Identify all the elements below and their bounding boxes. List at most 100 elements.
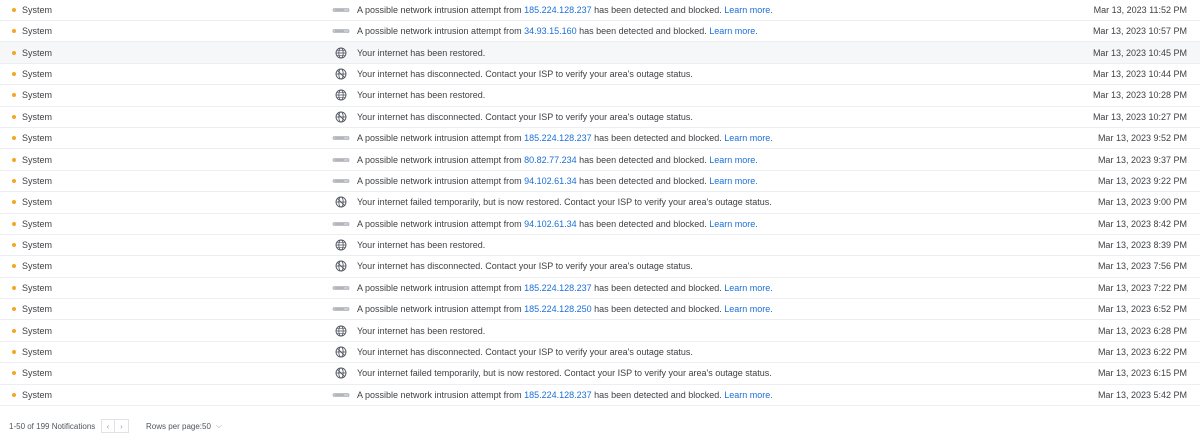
notification-source: System — [22, 389, 53, 400]
notification-row[interactable]: System A possible network intrusion attem… — [0, 385, 1200, 407]
learn-more-link[interactable]: Learn more. — [709, 155, 758, 165]
status-dot — [12, 29, 16, 34]
notification-message: A possible network intrusion attempt fro… — [357, 155, 758, 165]
notification-source: System — [22, 240, 53, 251]
notification-row[interactable]: System A possible network intrusion attem… — [0, 171, 1200, 193]
notification-time: Mar 13, 2023 6:22 PM — [1097, 347, 1187, 358]
globe-off-icon — [332, 111, 350, 123]
notification-message: Your internet failed temporarily, but is… — [357, 368, 772, 379]
notification-row[interactable]: System Your internet failed temporarily, … — [0, 363, 1200, 385]
status-dot — [12, 200, 16, 205]
ip-address-link[interactable]: 34.93.15.160 — [524, 26, 577, 36]
notification-row[interactable]: System Your internet has been restored. Ma… — [0, 85, 1200, 107]
notification-source: System — [22, 347, 53, 358]
notification-source: System — [22, 368, 53, 379]
globe-icon — [332, 325, 350, 337]
learn-more-link[interactable]: Learn more. — [709, 219, 758, 229]
notification-row[interactable]: System Your internet failed temporarily, … — [0, 192, 1200, 214]
status-dot — [12, 157, 16, 162]
notification-row[interactable]: System Your internet has been restored. Ma… — [0, 42, 1200, 64]
notification-time: Mar 13, 2023 10:57 PM — [1092, 26, 1187, 37]
message-text: A possible network intrusion attempt fro… — [357, 282, 525, 293]
learn-more-link[interactable]: Learn more. — [709, 176, 758, 186]
ip-address-link[interactable]: 185.224.128.237 — [524, 390, 592, 400]
ip-address-link[interactable]: 185.224.128.237 — [524, 283, 592, 293]
notification-time: Mar 13, 2023 10:28 PM — [1092, 90, 1187, 101]
message-text: A possible network intrusion attempt fro… — [357, 304, 525, 315]
rows-per-page-select[interactable]: 50 ⌵ — [202, 421, 222, 431]
status-dot — [12, 93, 16, 98]
status-dot — [12, 264, 16, 269]
notification-time: Mar 13, 2023 10:45 PM — [1092, 47, 1187, 58]
notification-message: Your internet failed temporarily, but is… — [357, 197, 772, 208]
notification-row[interactable]: System Your internet has disconnected. Co… — [0, 342, 1200, 364]
learn-more-link[interactable]: Learn more. — [724, 304, 773, 314]
device-icon — [332, 389, 350, 401]
learn-more-link[interactable]: Learn more. — [724, 283, 773, 293]
learn-more-link[interactable]: Learn more. — [724, 133, 773, 143]
learn-more-link[interactable]: Learn more. — [709, 26, 758, 36]
globe-icon — [332, 239, 350, 251]
device-icon — [332, 175, 350, 187]
status-dot — [12, 136, 16, 141]
notification-row[interactable]: System A possible network intrusion attem… — [0, 21, 1200, 43]
prev-page-button[interactable]: ‹ — [101, 419, 115, 433]
device-icon — [332, 132, 350, 144]
message-text: has been detected and blocked. — [591, 5, 725, 15]
status-dot — [12, 178, 16, 183]
notification-source: System — [22, 197, 53, 208]
notification-row[interactable]: System Your internet has been restored. Ma… — [0, 320, 1200, 342]
device-icon — [332, 282, 350, 294]
notification-row[interactable]: System A possible network intrusion attem… — [0, 149, 1200, 171]
notification-row[interactable]: System A possible network intrusion attem… — [0, 278, 1200, 300]
ip-address-link[interactable]: 185.224.128.250 — [524, 304, 592, 314]
next-page-button[interactable]: › — [115, 419, 129, 433]
globe-icon — [332, 47, 350, 59]
notifications-table: System A possible network intrusion attem… — [0, 0, 1200, 407]
notification-time: Mar 13, 2023 5:42 PM — [1097, 389, 1187, 400]
message-text: A possible network intrusion attempt fro… — [357, 5, 525, 15]
device-icon — [332, 303, 350, 315]
ip-address-link[interactable]: 185.224.128.237 — [524, 5, 592, 15]
notification-source: System — [22, 5, 53, 15]
notification-row[interactable]: System Your internet has disconnected. Co… — [0, 256, 1200, 278]
device-icon — [332, 25, 350, 37]
notification-message: Your internet has disconnected. Contact … — [357, 111, 693, 122]
notification-time: Mar 13, 2023 9:37 PM — [1097, 154, 1187, 165]
message-text: has been detected and blocked. — [576, 154, 710, 165]
notification-source: System — [22, 133, 53, 144]
learn-more-link[interactable]: Learn more. — [724, 390, 773, 400]
notification-message: A possible network intrusion attempt fro… — [357, 176, 758, 186]
ip-address-link[interactable]: 94.102.61.34 — [524, 219, 577, 229]
message-text: has been detected and blocked. — [576, 218, 710, 229]
notification-message: A possible network intrusion attempt fro… — [357, 219, 758, 229]
notification-message: A possible network intrusion attempt fro… — [357, 133, 773, 143]
device-icon — [332, 154, 350, 166]
status-dot — [12, 307, 16, 312]
ip-address-link[interactable]: 185.224.128.237 — [524, 133, 592, 143]
notification-row[interactable]: System Your internet has disconnected. Co… — [0, 107, 1200, 128]
message-text: has been detected and blocked. — [591, 304, 725, 315]
notification-row[interactable]: System Your internet has been restored. Ma… — [0, 235, 1200, 257]
chevron-right-icon: › — [120, 421, 123, 431]
notification-row[interactable]: System A possible network intrusion attem… — [0, 128, 1200, 150]
notification-source: System — [22, 218, 53, 229]
notification-row[interactable]: System Your internet has disconnected. Co… — [0, 64, 1200, 86]
pager: ‹ › — [101, 419, 129, 433]
ip-address-link[interactable]: 94.102.61.34 — [524, 176, 577, 186]
notification-row[interactable]: System A possible network intrusion attem… — [0, 299, 1200, 321]
notification-time: Mar 13, 2023 9:52 PM — [1097, 133, 1187, 144]
notification-row[interactable]: System A possible network intrusion attem… — [0, 214, 1200, 235]
status-dot — [12, 243, 16, 248]
globe-off-icon — [332, 367, 350, 379]
notification-time: Mar 13, 2023 6:52 PM — [1097, 304, 1187, 315]
status-dot — [12, 392, 16, 397]
status-dot — [12, 350, 16, 355]
notification-row[interactable]: System A possible network intrusion attem… — [0, 0, 1200, 21]
status-dot — [12, 285, 16, 290]
notification-message: Your internet has been restored. — [357, 47, 486, 58]
notification-message: Your internet has disconnected. Contact … — [357, 68, 693, 79]
ip-address-link[interactable]: 80.82.77.234 — [524, 155, 577, 165]
message-text: A possible network intrusion attempt fro… — [357, 389, 525, 400]
learn-more-link[interactable]: Learn more. — [724, 5, 773, 15]
